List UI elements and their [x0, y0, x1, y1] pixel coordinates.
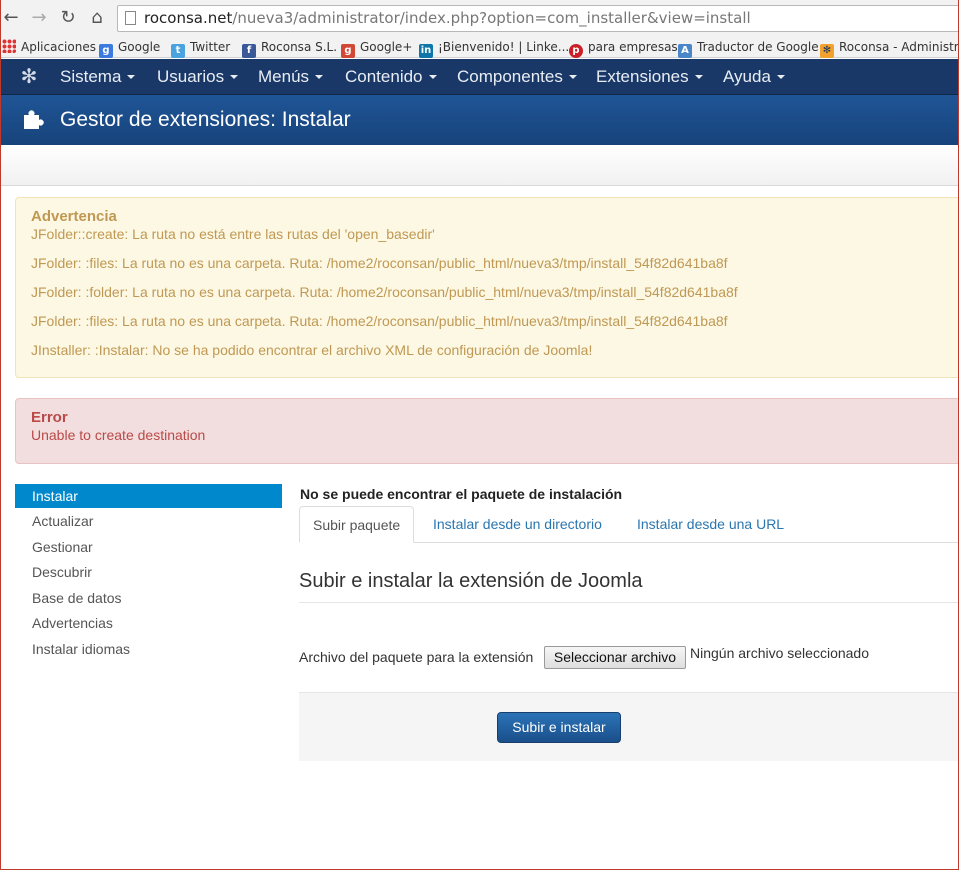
home-icon[interactable]: ⌂: [86, 7, 108, 29]
menu-componentes[interactable]: Componentes: [457, 59, 577, 95]
bookmark-roconsa-admin[interactable]: ✻ Roconsa - Administr...: [820, 38, 959, 58]
menu-menus[interactable]: Menús: [258, 59, 324, 95]
warning-message: JFolder::create: La ruta no está entre l…: [31, 226, 435, 242]
caret-down-icon: [315, 75, 324, 79]
menu-usuarios[interactable]: Usuarios: [157, 59, 239, 95]
facebook-icon: f: [242, 44, 256, 58]
caret-down-icon: [127, 75, 136, 79]
menu-label: Sistema: [60, 67, 122, 86]
tab-subir-paquete[interactable]: Subir paquete: [299, 506, 415, 543]
bookmark-translate[interactable]: A Traductor de Google: [678, 38, 819, 58]
bookmarks-bar: Aplicaciones g Google t Twitter f Roconsa S…: [0, 36, 959, 58]
page-title: Gestor de extensiones: Instalar: [60, 108, 351, 131]
bookmark-label: Aplicaciones: [21, 40, 96, 54]
caret-down-icon: [428, 75, 437, 79]
section-divider: [299, 602, 959, 603]
tab-instalar-url[interactable]: Instalar desde una URL: [624, 506, 797, 543]
sidebar-item-gestionar[interactable]: Gestionar: [15, 535, 282, 559]
menu-label: Menús: [258, 67, 310, 86]
bookmark-label: Traductor de Google: [697, 40, 819, 54]
bookmark-twitter[interactable]: t Twitter: [171, 38, 231, 58]
linkedin-icon: in: [419, 44, 433, 58]
warning-alert: Advertencia JFolder::create: La ruta no …: [15, 197, 959, 378]
menu-sistema[interactable]: Sistema: [60, 59, 136, 95]
warning-message: JFolder: :files: La ruta no es una carpe…: [31, 313, 728, 329]
form-actions: Subir e instalar: [299, 692, 959, 761]
sidebar-item-instalar-idiomas[interactable]: Instalar idiomas: [15, 637, 282, 661]
upload-install-button[interactable]: Subir e instalar: [497, 712, 621, 743]
toolbar: [0, 145, 959, 186]
caret-down-icon: [230, 75, 239, 79]
browser-toolbar: ← → ↻ ⌂ roconsa.net/nueva3/administrator…: [0, 0, 959, 36]
bookmark-linkedin[interactable]: in ¡Bienvenido! | Linke...: [419, 38, 570, 58]
caret-down-icon: [568, 75, 577, 79]
section-title: Subir e instalar la extensión de Joomla: [299, 570, 643, 592]
joomla-logo-icon[interactable]: ✻: [18, 66, 40, 88]
puzzle-icon: [24, 110, 44, 129]
url-domain: roconsa.net: [144, 9, 233, 27]
file-field-label: Archivo del paquete para la extensión: [299, 649, 534, 665]
caret-down-icon: [776, 75, 785, 79]
sidebar-item-actualizar[interactable]: Actualizar: [15, 509, 282, 533]
back-arrow-icon[interactable]: ←: [0, 7, 22, 29]
joomla-icon: ✻: [820, 44, 834, 58]
file-status-text: Ningún archivo seleccionado: [690, 645, 869, 661]
install-notice: No se puede encontrar el paquete de inst…: [300, 486, 623, 502]
bookmark-label: Google: [118, 40, 161, 54]
bookmark-pinterest[interactable]: p para empresas: [569, 38, 678, 58]
warning-heading: Advertencia: [31, 208, 117, 225]
tab-instalar-directorio[interactable]: Instalar desde un directorio: [420, 506, 615, 543]
translate-icon: A: [678, 44, 692, 58]
menu-label: Contenido: [345, 67, 423, 86]
url-path: /nueva3/administrator/index.php?option=c…: [232, 9, 751, 27]
error-heading: Error: [31, 409, 68, 426]
bookmark-label: Roconsa S.L.: [261, 40, 338, 54]
apps-grid-icon: [2, 39, 16, 53]
google-plus-icon: g: [341, 44, 355, 58]
bookmark-label: Roconsa - Administr...: [839, 40, 959, 54]
warning-message: JFolder: :folder: La ruta no es una carp…: [31, 284, 738, 300]
warning-message: JInstaller: :Instalar: No se ha podido e…: [31, 342, 593, 358]
error-alert: Error Unable to create destination: [15, 398, 959, 464]
menu-label: Extensiones: [596, 67, 689, 86]
bookmark-label: ¡Bienvenido! | Linke...: [438, 40, 570, 54]
reload-icon[interactable]: ↻: [57, 7, 79, 29]
error-message: Unable to create destination: [31, 427, 206, 443]
choose-file-button[interactable]: Seleccionar archivo: [544, 646, 686, 669]
bookmark-roconsa[interactable]: f Roconsa S.L.: [242, 38, 338, 58]
bookmark-apps[interactable]: Aplicaciones: [2, 38, 96, 56]
menu-contenido[interactable]: Contenido: [345, 59, 437, 95]
sidebar-item-advertencias[interactable]: Advertencias: [15, 611, 282, 635]
sidebar-item-descubrir[interactable]: Descubrir: [15, 560, 282, 584]
twitter-icon: t: [171, 44, 185, 58]
menu-extensiones[interactable]: Extensiones: [596, 59, 703, 95]
bookmark-label: Google+: [360, 40, 413, 54]
page-icon: [125, 11, 136, 25]
caret-down-icon: [694, 75, 703, 79]
google-icon: g: [99, 44, 113, 58]
bookmark-label: Twitter: [190, 40, 231, 54]
menu-label: Usuarios: [157, 67, 225, 86]
sidebar-item-instalar[interactable]: Instalar: [15, 484, 282, 508]
sidebar-item-base-de-datos[interactable]: Base de datos: [15, 586, 282, 610]
bookmark-google-plus[interactable]: g Google+: [341, 38, 413, 58]
pinterest-icon: p: [569, 44, 583, 58]
menu-label: Componentes: [457, 67, 563, 86]
forward-arrow-icon[interactable]: →: [28, 7, 50, 29]
address-bar[interactable]: roconsa.net/nueva3/administrator/index.p…: [117, 5, 959, 32]
admin-menu-bar: ✻ Sistema Usuarios Menús Contenido Compo…: [0, 59, 959, 95]
page-header: Gestor de extensiones: Instalar: [0, 95, 959, 145]
menu-ayuda[interactable]: Ayuda: [723, 59, 785, 95]
bookmark-google[interactable]: g Google: [99, 38, 161, 58]
menu-label: Ayuda: [723, 67, 771, 86]
warning-message: JFolder: :files: La ruta no es una carpe…: [31, 255, 728, 271]
bookmark-label: para empresas: [588, 40, 678, 54]
